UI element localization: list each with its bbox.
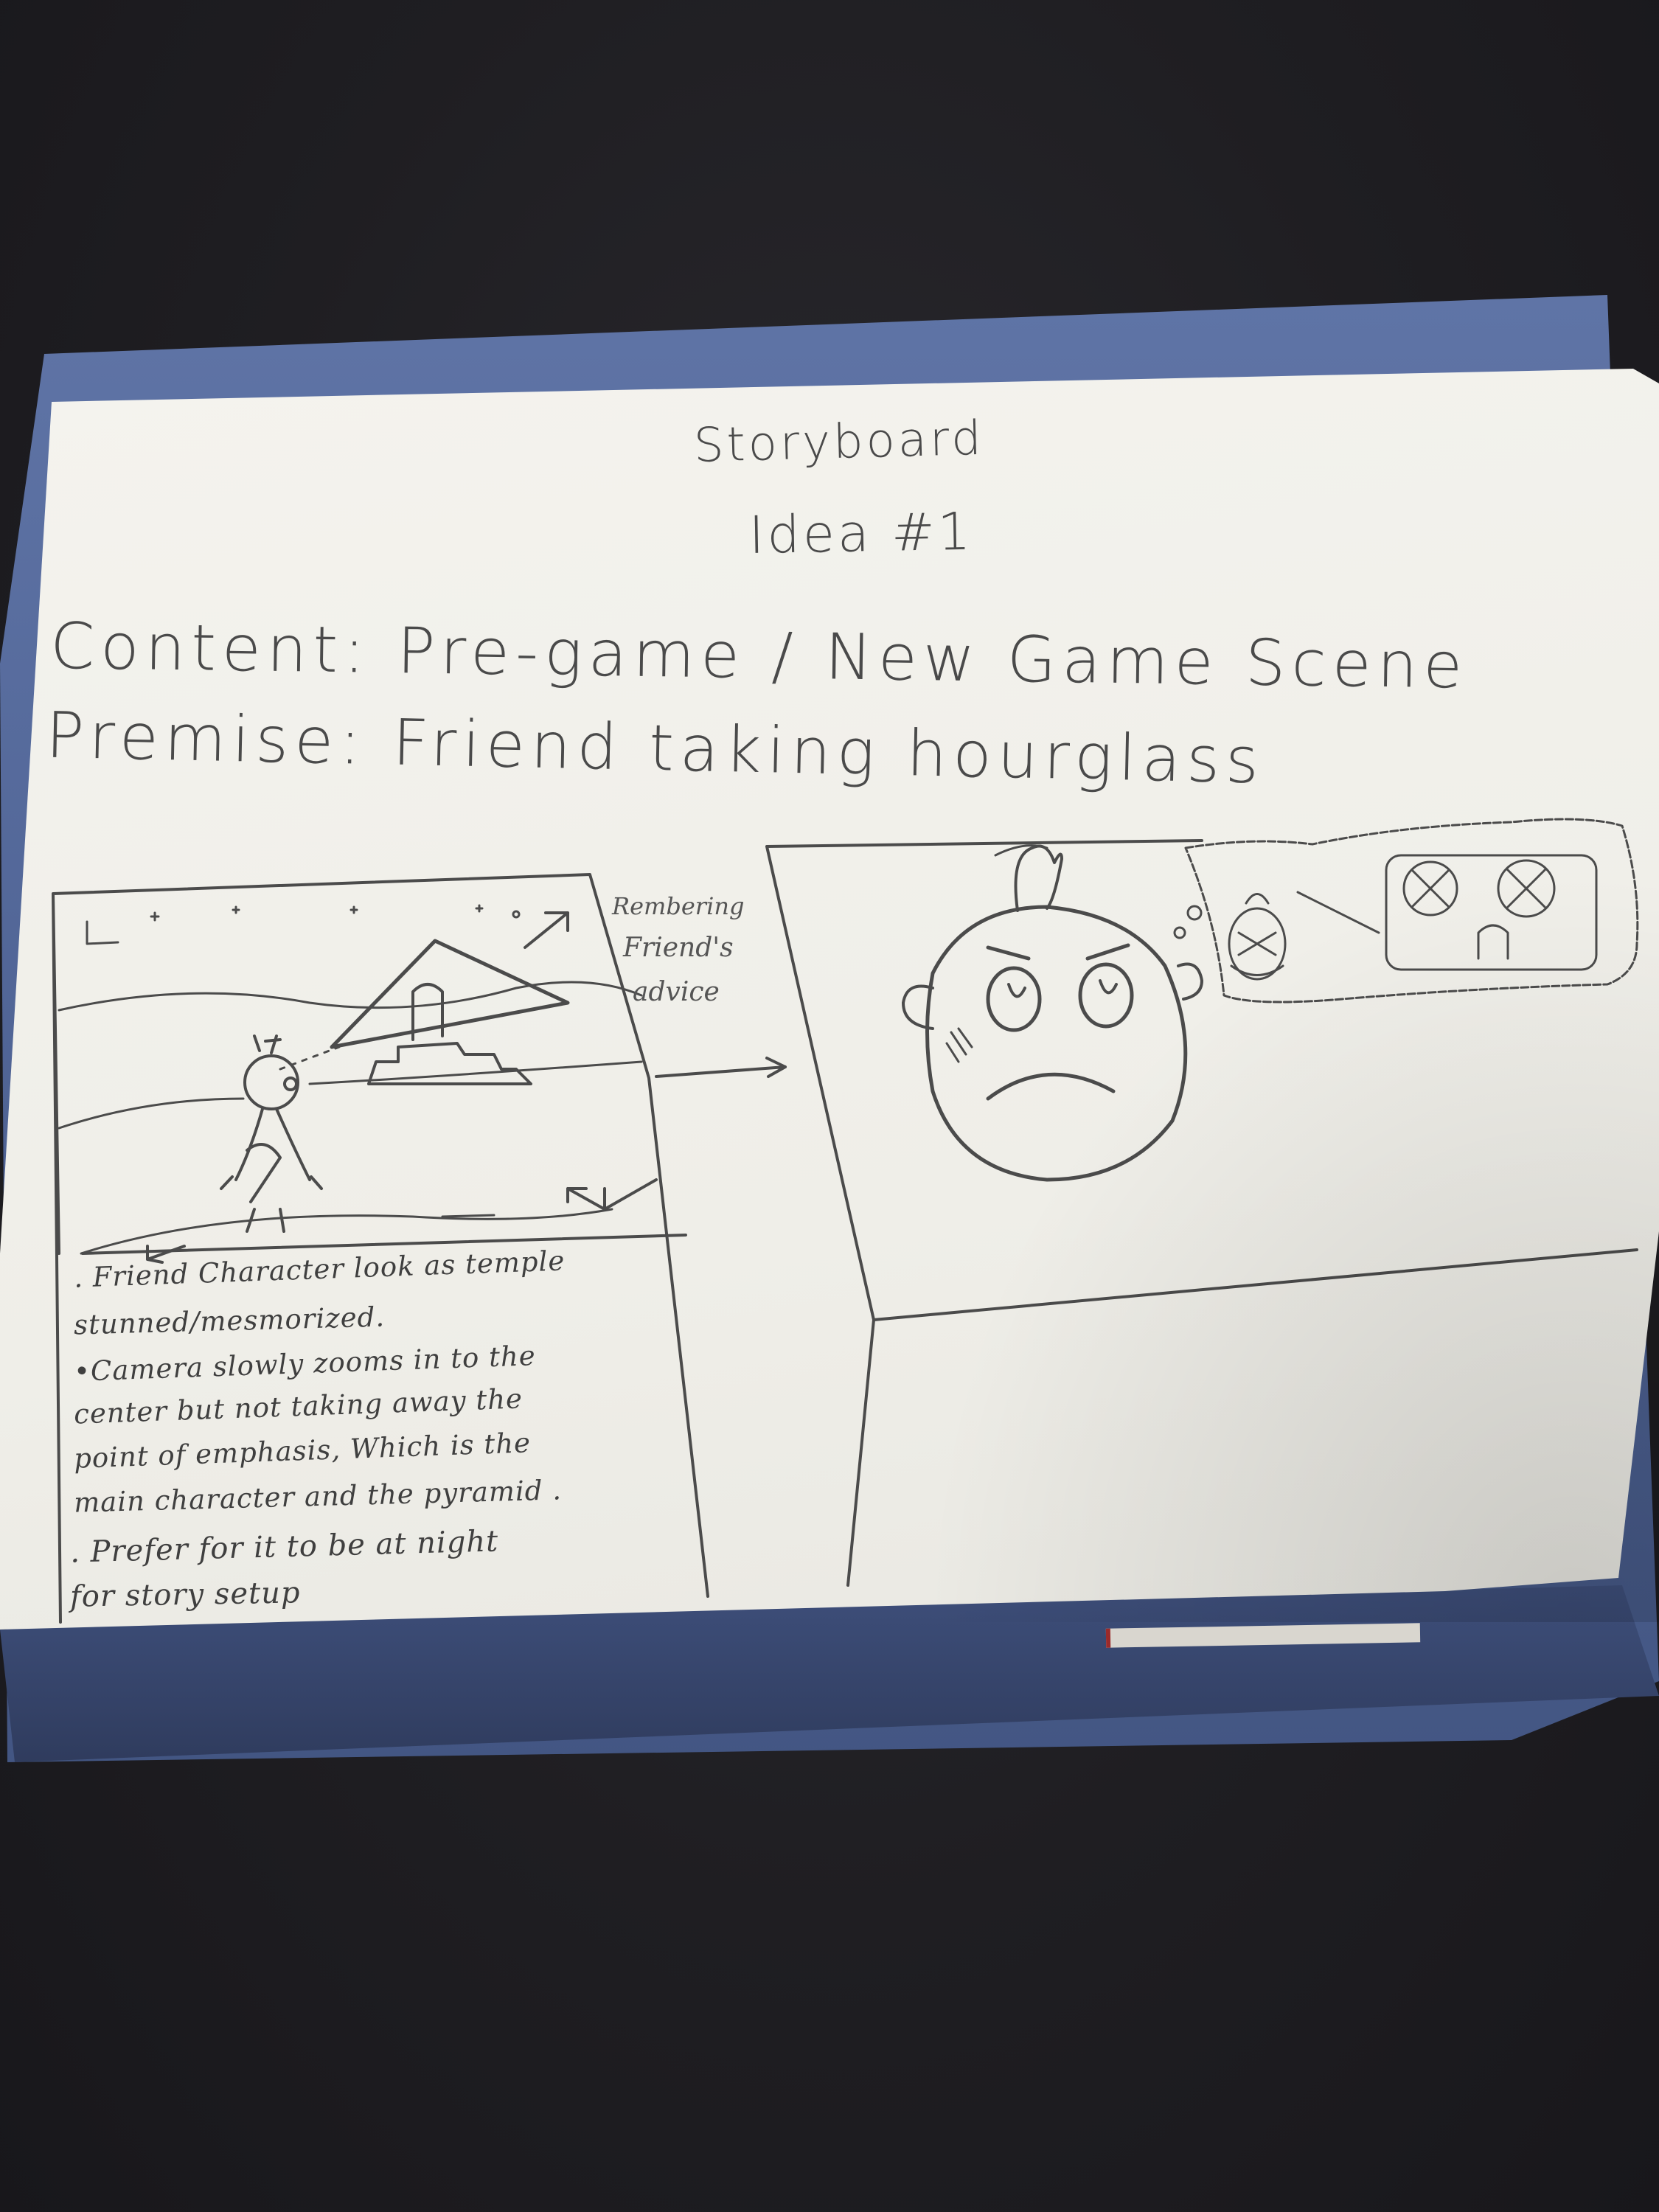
panel-1-note-line-8: for story setup (69, 1576, 301, 1614)
friend-character-sketch (220, 1034, 323, 1233)
memory-sketch-1 (1228, 891, 1380, 981)
hill-line-2 (58, 1097, 245, 1130)
thought-bubble-small-1 (1173, 926, 1186, 939)
hill-line-3 (308, 1060, 643, 1085)
storyboard-sketches (52, 818, 1639, 1624)
transition-note-line-2: Friend's (623, 933, 734, 963)
transition-note-line-1: Rembering (612, 892, 745, 920)
zoom-arrow-top (524, 911, 569, 949)
storyboard-subheading: Idea #1 (748, 501, 974, 566)
transition-arrow (655, 1057, 787, 1078)
dotted-gaze-line (279, 1046, 341, 1071)
friend-face-closeup (902, 844, 1203, 1182)
pyramid-steps (367, 1042, 532, 1085)
zoom-arrow-bottom (566, 1178, 658, 1211)
night-stars (150, 904, 521, 922)
storyboard-heading: Storyboard (693, 411, 985, 473)
pyramid-outline (330, 939, 570, 1049)
memory-sketch-2 (1385, 854, 1598, 971)
panel-2-frame (765, 839, 1638, 1587)
thought-bubble-small-2 (1186, 905, 1203, 921)
transition-note-line-3: advice (633, 977, 720, 1007)
ground-dash (441, 1214, 495, 1218)
corner-bracket (86, 920, 119, 945)
